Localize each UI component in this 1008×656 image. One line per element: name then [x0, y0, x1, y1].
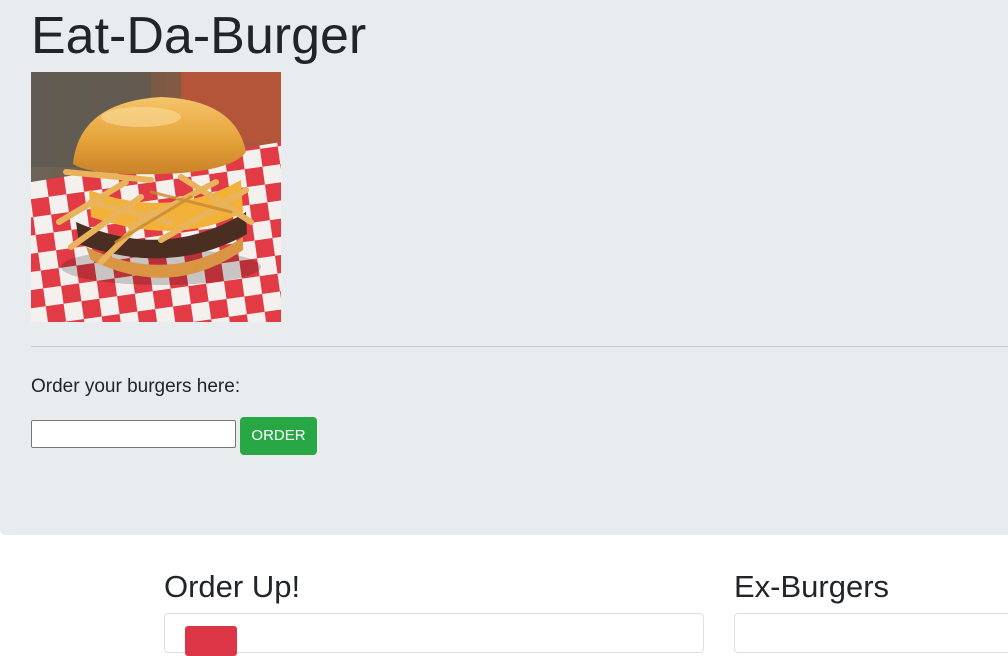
order-prompt: Order your burgers here: — [31, 376, 241, 397]
burger-photo — [31, 72, 281, 322]
burger-name-input[interactable] — [31, 420, 236, 448]
order-up-card — [164, 613, 704, 656]
order-up-heading: Order Up! — [164, 569, 301, 604]
order-button[interactable]: ORDER — [240, 417, 317, 455]
page-title: Eat-Da-Burger — [31, 7, 367, 65]
divider — [31, 346, 1008, 347]
ex-burgers-heading: Ex-Burgers — [734, 569, 890, 604]
jumbotron: Eat-Da-Burger Order your burgers here: O… — [0, 0, 1008, 535]
ex-burgers-card — [734, 613, 1008, 653]
